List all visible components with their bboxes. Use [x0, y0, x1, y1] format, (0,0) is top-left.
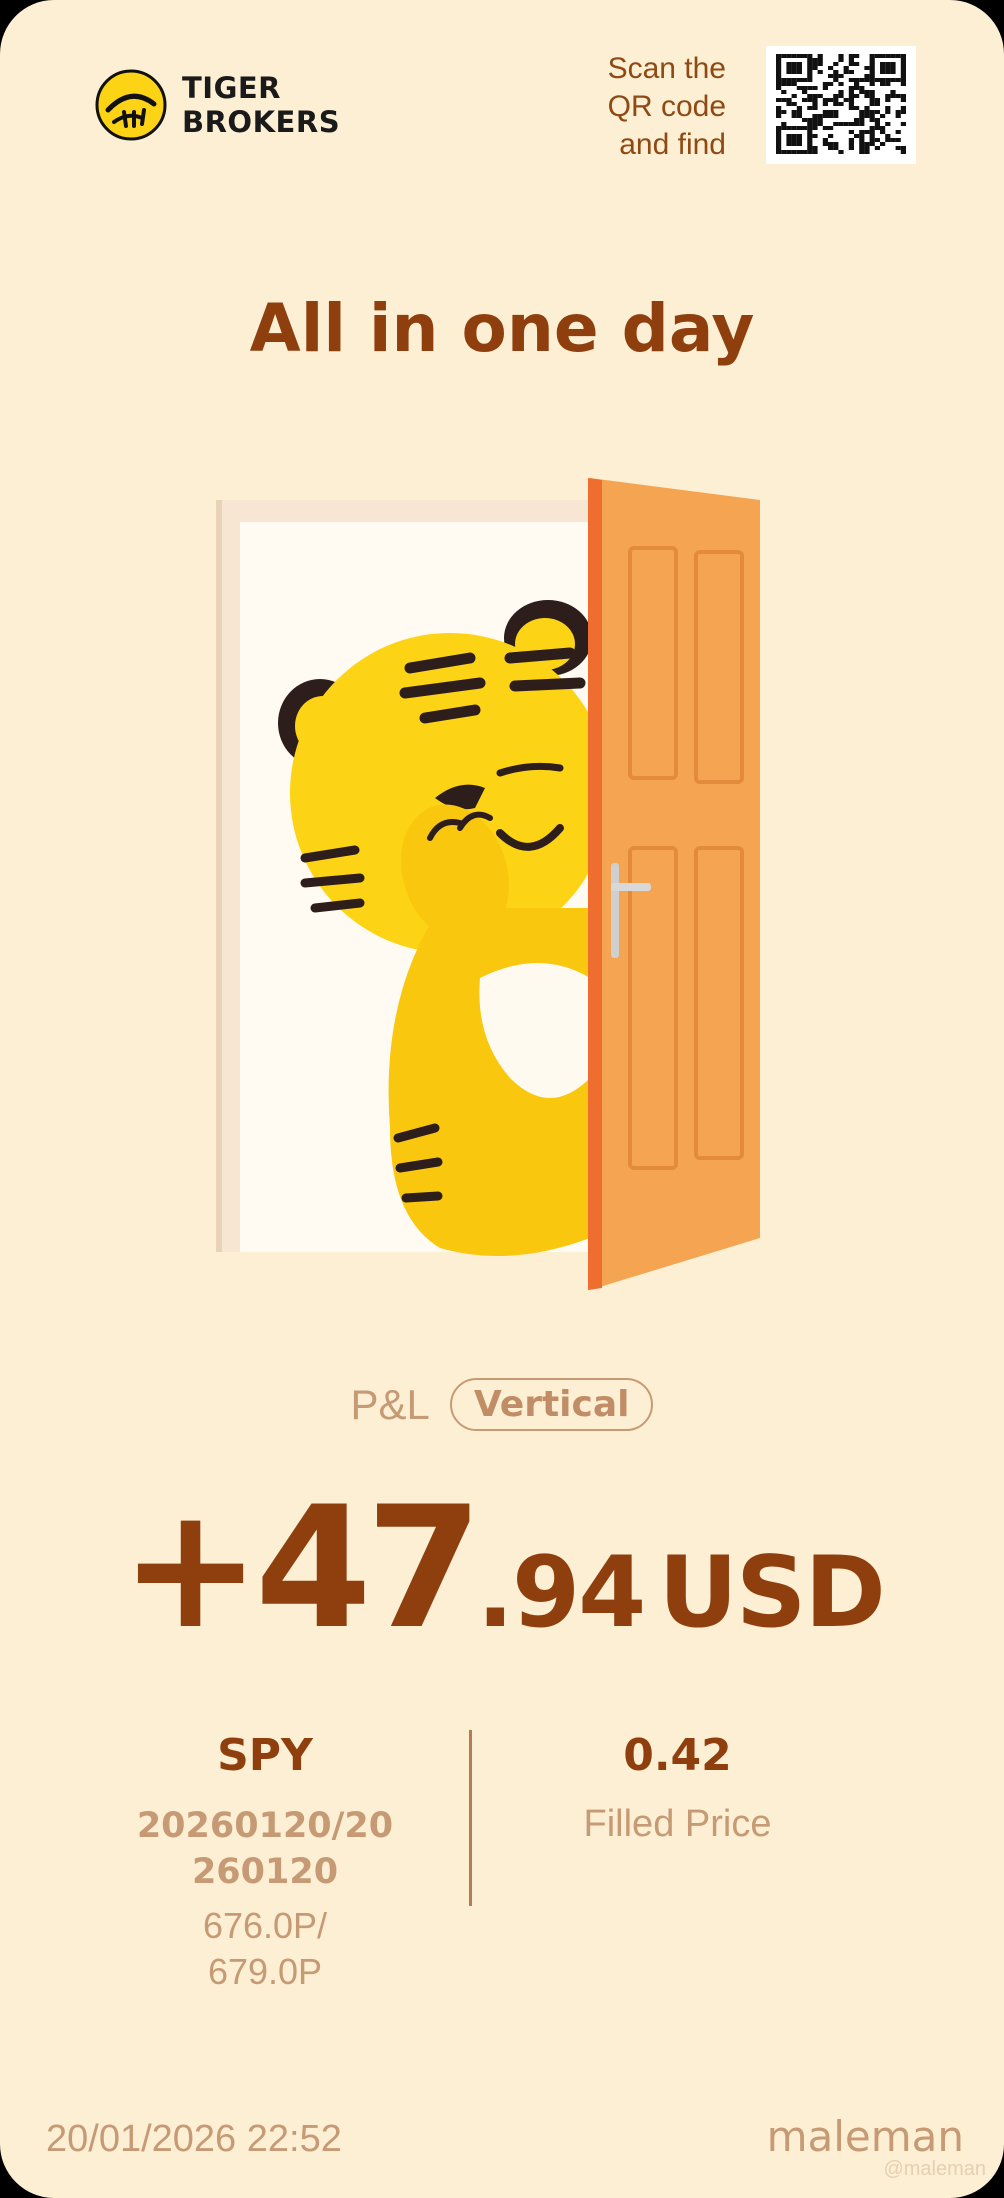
pnl-label: P&L — [350, 1380, 430, 1428]
filled-price: 0.42 — [623, 1730, 732, 1781]
tiger-logo-icon — [95, 69, 167, 141]
pnl-amount: +47.94 USD — [0, 1470, 1004, 1666]
tiger-door-illustration — [216, 478, 760, 1290]
timestamp: 20/01/2026 22:52 — [46, 2118, 342, 2160]
data-namestrike-prices-line-1: 676.0P/ — [202, 1905, 328, 1946]
column-divider — [469, 1730, 472, 1906]
open-door — [588, 478, 760, 1290]
pnl-integer: +47 — [120, 1470, 483, 1666]
pnl-currency: USD — [658, 1536, 886, 1650]
position-details: SPY 20260120/20 260120 676.0P/679.0P — [120, 1730, 410, 1995]
data-nameexpiry-dates-line-2: 260120 — [191, 1852, 339, 1892]
expiry-dates: 20260120/20 260120 — [120, 1803, 410, 1895]
symbol: SPY — [217, 1730, 313, 1781]
qr-code[interactable] — [766, 46, 916, 164]
door-frame-top — [216, 500, 616, 522]
logo-line-1: TIGER — [182, 71, 282, 105]
tiger-brokers-logo: TIGER BROKERS — [94, 68, 340, 142]
qr-code-icon — [776, 54, 906, 154]
price-details: 0.42 Filled Price — [520, 1730, 835, 1846]
strategy-badge: Vertical — [449, 1378, 654, 1431]
share-card: TIGER BROKERS Scan the QR code and find … — [0, 0, 1004, 2198]
pnl-decimal: .94 — [476, 1536, 647, 1650]
data-namestrike-prices-line-2: 679.0P — [207, 1951, 323, 1992]
watermark: @maleman — [883, 2158, 986, 2180]
pnl-header: P&L Vertical — [0, 1378, 1004, 1431]
scan-prompt: Scan the QR code and find — [607, 52, 726, 161]
footer-brand: maleman — [766, 2112, 964, 2161]
logo-line-2: BROKERS — [182, 105, 341, 139]
page-title: All in one day — [249, 290, 755, 367]
strike-prices: 676.0P/679.0P — [120, 1903, 410, 1995]
data-nameexpiry-dates-line-1: 20260120/20 — [136, 1806, 394, 1846]
filled-price-label: Filled Price — [583, 1803, 772, 1845]
